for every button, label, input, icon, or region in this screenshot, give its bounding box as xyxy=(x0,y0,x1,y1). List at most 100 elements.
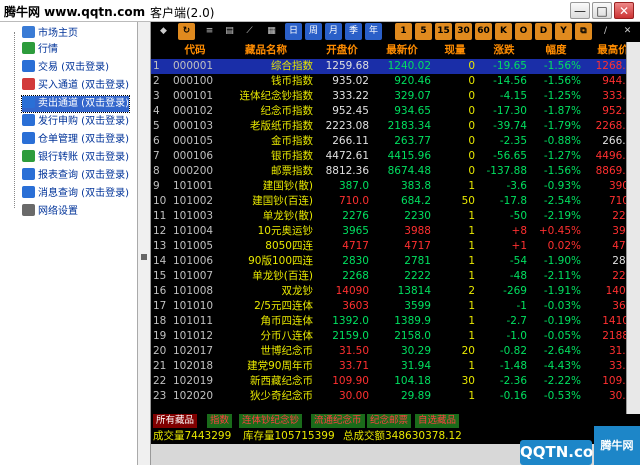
sidebar-item-label: 网络设置 xyxy=(38,206,78,217)
cell-vol: 2 xyxy=(468,285,475,297)
sidebar-item-2[interactable]: 行情 xyxy=(22,42,58,58)
table-row[interactable]: 21 102018 建党90周年币 33.71 31.94 1 -1.48 -4.43% 33.… xyxy=(151,359,640,374)
header-volume[interactable]: 现量 xyxy=(435,42,475,58)
tab-2[interactable]: 指数 xyxy=(207,414,234,428)
cell-vol: 1 xyxy=(468,390,475,402)
table-row[interactable]: 8 000200 邮票指数 8812.36 8674.48 0 -137.88 -1.56% 8… xyxy=(151,164,640,179)
sidebar-item-10[interactable]: 消息查询 (双击登录) xyxy=(22,186,129,202)
table-row[interactable]: 18 101011 角币四连体 1392.0 1389.9 1 -2.7 -0.19% 1410… xyxy=(151,314,640,329)
year-icon[interactable]: 年 xyxy=(365,23,382,40)
grid-icon[interactable]: ▦ xyxy=(263,23,280,40)
cell-pct: -1.56% xyxy=(543,60,581,72)
splitter[interactable] xyxy=(138,22,151,465)
tab-6[interactable]: 自选藏品 xyxy=(415,414,461,428)
table-icon[interactable]: ▤ xyxy=(221,23,238,40)
header-open[interactable]: 开盘价 xyxy=(315,42,369,58)
total-volume: 成交量7443299 xyxy=(153,430,232,442)
cell-name: 分币八连体 xyxy=(260,330,314,342)
tab-1[interactable]: 所有藏品 xyxy=(153,414,199,428)
tab-3[interactable]: 连体钞纪念钞 xyxy=(239,414,304,428)
table-row[interactable]: 9 101001 建国钞(散) 387.0 383.8 1 -3.6 -0.93% 390.0 xyxy=(151,179,640,194)
cell-code: 101002 xyxy=(173,195,214,207)
period-30-icon[interactable]: 30 xyxy=(455,23,472,40)
table-row[interactable]: 23 102020 狄少奇纪念币 30.00 29.89 1 -0.16 -0.53% 30.0… xyxy=(151,389,640,404)
refresh-icon[interactable]: ↻ xyxy=(178,23,195,40)
cell-code: 102019 xyxy=(173,375,214,387)
period-15-icon[interactable]: 15 xyxy=(435,23,452,40)
table-row[interactable]: 10 101002 建国钞(百连) 710.0 684.2 50 -17.8 -2.54% 71… xyxy=(151,194,640,209)
d-icon[interactable]: D xyxy=(535,23,552,40)
cell-code: 101011 xyxy=(173,315,214,327)
table-row[interactable]: 5 000103 老版纸币指数 2223.08 2183.34 0 -39.74 -1.79%… xyxy=(151,119,640,134)
sidebar-item-6[interactable]: 发行申购 (双击登录) xyxy=(22,114,129,130)
cell-chg: -3.6 xyxy=(506,180,528,192)
table-row[interactable]: 16 101008 双龙钞 14090 13814 2 -269 -1.91% 14090 xyxy=(151,284,640,299)
cell-pct: -1.87% xyxy=(543,105,581,117)
sidebar-item-label: 发行申购 (双击登录) xyxy=(38,116,129,127)
cell-name: 纪念币指数 xyxy=(260,105,314,117)
table-row[interactable]: 131010058050四连471747171+10.02%4717 xyxy=(151,239,640,254)
cell-vol: 30 xyxy=(461,375,475,387)
maximize-button[interactable]: □ xyxy=(592,2,612,19)
line-chart-icon[interactable]: ⟋ xyxy=(241,23,258,40)
period-1-icon[interactable]: 1 xyxy=(395,23,412,40)
minimize-button[interactable]: — xyxy=(570,2,590,19)
sidebar-item-1[interactable]: 市场主页 xyxy=(22,26,78,42)
table-row[interactable]: 19 101012 分币八连体 2159.0 2158.0 1 -1.0 -0.05% 2188… xyxy=(151,329,640,344)
sidebar-item-8[interactable]: 银行转账 (双击登录) xyxy=(22,150,129,166)
splitter-handle[interactable] xyxy=(141,254,147,260)
y-icon[interactable]: Y xyxy=(555,23,572,40)
close-icon[interactable]: ✕ xyxy=(619,23,636,40)
cell-open: 333.22 xyxy=(332,90,369,102)
month-icon[interactable]: 月 xyxy=(325,23,342,40)
table-row[interactable]: 1210100410元奥运钞396539881+8+0.45%3990 xyxy=(151,224,640,239)
header-percent[interactable]: 幅度 xyxy=(531,42,581,58)
cell-name: 老版纸币指数 xyxy=(250,120,313,132)
table-row[interactable]: 1410100690版100四连283027811-54-1.90%2835 xyxy=(151,254,640,269)
table-row[interactable]: 7 000106 银币指数 4472.61 4415.96 0 -56.65 -1.27% 44… xyxy=(151,149,640,164)
cell-code: 101005 xyxy=(173,240,214,252)
header-last[interactable]: 最新价 xyxy=(373,42,431,58)
table-row[interactable]: 11101003单龙钞(散)227622301-50-2.19%2286 xyxy=(151,209,640,224)
cell-pct: -1.27% xyxy=(543,150,581,162)
table-row[interactable]: 1 000001 综合指数 1259.68 1240.02 0 -19.65 -1.56% 12… xyxy=(151,59,640,74)
period-60-icon[interactable]: 60 xyxy=(475,23,492,40)
header-name[interactable]: 藏品名称 xyxy=(219,42,313,58)
sidebar-item-5[interactable]: 卖出通道 (双击登录) xyxy=(21,95,130,113)
k-line-icon[interactable]: K xyxy=(495,23,512,40)
cell-pct: -2.19% xyxy=(543,210,581,222)
table-row[interactable]: 15101007单龙钞(百连)226822221-48-2.11%2273 xyxy=(151,269,640,284)
table-row[interactable]: 2 000100 钱币指数 935.02 920.46 0 -14.56 -1.56% 944.… xyxy=(151,74,640,89)
table-row[interactable]: 171010102/5元四连体360335991-1-0.03%3679 xyxy=(151,299,640,314)
sidebar-item-7[interactable]: 仓单管理 (双击登录) xyxy=(22,132,129,148)
table-row[interactable]: 20 102017 世博纪念币 31.50 30.29 20 -0.82 -2.64% 31.5… xyxy=(151,344,640,359)
sidebar-item-3[interactable]: 交易 (双击登录) xyxy=(22,60,109,76)
period-5-icon[interactable]: 5 xyxy=(415,23,432,40)
draw-icon[interactable]: ∕ xyxy=(597,23,614,40)
table-row[interactable]: 6 000105 金币指数 266.11 263.77 0 -2.35 -0.88% 266.1… xyxy=(151,134,640,149)
week-icon[interactable]: 周 xyxy=(305,23,322,40)
day-icon[interactable]: 日 xyxy=(285,23,302,40)
cell-pct: -1.79% xyxy=(543,120,581,132)
cell-last: 4415.96 xyxy=(387,150,431,162)
table-row[interactable]: 3 000101 连体纪念钞指数 333.22 329.07 0 -4.15 -1.25% 33… xyxy=(151,89,640,104)
table-row[interactable]: 4 000102 纪念币指数 952.45 934.65 0 -17.30 -1.87% 952… xyxy=(151,104,640,119)
sidebar-item-11[interactable]: 网络设置 xyxy=(22,204,78,220)
close-button[interactable]: ✕ xyxy=(614,2,634,19)
sidebar-item-9[interactable]: 报表查询 (双击登录) xyxy=(22,168,129,184)
tab-4[interactable]: 流通纪念币 xyxy=(311,414,366,428)
o-icon[interactable]: O xyxy=(515,23,532,40)
tab-5[interactable]: 纪念邮票 xyxy=(367,414,413,428)
cell-code: 000001 xyxy=(173,60,214,72)
cell-name: 单龙钞(散) xyxy=(262,210,313,222)
header-code[interactable]: 代码 xyxy=(173,42,217,58)
window-icon[interactable]: ⧉ xyxy=(575,23,592,40)
quarter-icon[interactable]: 季 xyxy=(345,23,362,40)
cell-code: 101007 xyxy=(173,270,214,282)
list-icon[interactable]: ≡ xyxy=(201,23,218,40)
vertical-scrollbar[interactable] xyxy=(626,42,640,414)
header-change[interactable]: 涨跌 xyxy=(481,42,527,58)
sidebar-item-4[interactable]: 买入通道 (双击登录) xyxy=(22,78,129,94)
table-row[interactable]: 22 102019 新西藏纪念币 109.90 104.18 30 -2.36 -2.22% 1… xyxy=(151,374,640,389)
cube-icon[interactable]: ◆ xyxy=(155,23,172,40)
